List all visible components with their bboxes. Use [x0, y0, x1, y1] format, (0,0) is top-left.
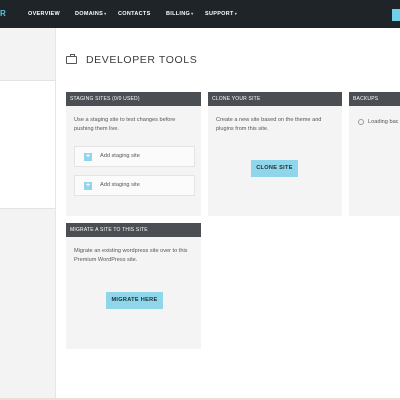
card-description: Use a staging site to test changes befor… [74, 117, 176, 132]
loading-text: Loading bac [368, 119, 399, 125]
plus-icon: + [84, 153, 92, 161]
add-staging-site-label: Add staging site [100, 153, 140, 159]
top-navigation-bar: R OVERVIEW DOMAINS▾ CONTACTS BILLING▾ SU… [0, 0, 400, 28]
backups-card: BACKUPS Loading bac [349, 92, 400, 216]
add-staging-site-label: Add staging site [100, 182, 140, 188]
sidebar-divider [0, 80, 55, 81]
nav-billing[interactable]: BILLING▾ [166, 11, 193, 17]
card-header: BACKUPS [349, 92, 400, 106]
card-description: Migrate an existing wordpress site over … [74, 248, 188, 263]
migrate-here-button[interactable]: MIGRATE HERE [106, 292, 163, 309]
staging-sites-card: STAGING SITES (0/0 USED) Use a staging s… [66, 92, 201, 216]
topbar-action-button[interactable] [392, 9, 400, 21]
add-staging-site-button[interactable]: + Add staging site [74, 146, 195, 167]
card-description: Create a new site based on the theme and… [216, 117, 322, 132]
clone-site-card: CLONE YOUR SITE Create a new site based … [208, 92, 342, 216]
card-header: CLONE YOUR SITE [208, 92, 342, 106]
sidebar-active-panel [0, 80, 55, 208]
card-header: STAGING SITES (0/0 USED) [66, 92, 201, 106]
nav-overview[interactable]: OVERVIEW [28, 11, 60, 17]
sidebar [0, 28, 56, 400]
migrate-site-card: MIGRATE A SITE TO THIS SITE Migrate an e… [66, 223, 201, 349]
card-header: MIGRATE A SITE TO THIS SITE [66, 223, 201, 237]
loading-spinner-icon [358, 119, 364, 125]
page-title: DEVELOPER TOOLS [66, 54, 197, 66]
sidebar-divider [0, 208, 55, 209]
nav-contacts[interactable]: CONTACTS [118, 11, 151, 17]
chevron-down-icon: ▾ [104, 11, 107, 16]
chevron-down-icon: ▾ [191, 11, 194, 16]
chevron-down-icon: ▾ [234, 11, 237, 16]
briefcase-icon [66, 54, 77, 64]
plus-icon: + [84, 182, 92, 190]
nav-support[interactable]: SUPPORT▾ [205, 11, 237, 17]
nav-domains[interactable]: DOMAINS▾ [75, 11, 106, 17]
logo[interactable]: R [0, 9, 7, 18]
clone-site-button[interactable]: CLONE SITE [251, 160, 298, 177]
add-staging-site-button[interactable]: + Add staging site [74, 175, 195, 196]
